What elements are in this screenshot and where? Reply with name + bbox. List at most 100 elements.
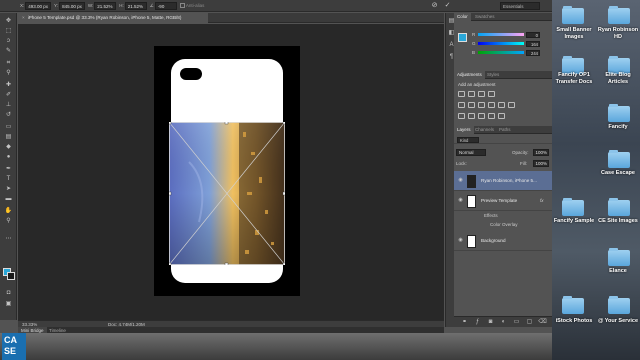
tab-swatches[interactable]: Swatches (472, 13, 498, 21)
folder-icon[interactable] (608, 150, 630, 168)
desktop-item-label[interactable]: Small Banner Images (552, 27, 596, 40)
close-tab-icon[interactable]: × (22, 15, 25, 20)
desktop-item-label[interactable]: Fancify Sample (552, 218, 596, 225)
clone-stamp-tool-icon[interactable]: ⊥ (4, 101, 13, 109)
pen-tool-icon[interactable]: ✒ (4, 165, 13, 173)
visibility-eye-icon[interactable]: ◉ (457, 237, 464, 244)
angle-field[interactable]: ∠ -90 (150, 1, 177, 10)
folder-icon[interactable] (608, 248, 630, 266)
h-input[interactable]: 21.52% (124, 1, 147, 10)
history-brush-tool-icon[interactable]: ↺ (4, 111, 13, 119)
add-mask-icon[interactable]: ◙ (486, 318, 495, 326)
green-slider[interactable]: G 164 (472, 40, 540, 47)
folder-icon[interactable] (608, 104, 630, 122)
red-track[interactable] (478, 33, 524, 36)
healing-brush-tool-icon[interactable]: ✚ (4, 81, 13, 89)
desktop-item-label[interactable]: Fancify (596, 124, 640, 131)
tab-paths[interactable]: Paths (496, 126, 514, 134)
brightness-icon[interactable] (458, 91, 465, 97)
folder-icon[interactable] (562, 198, 584, 216)
layer-name[interactable]: Background (481, 238, 537, 243)
blue-slider[interactable]: B 244 (472, 49, 540, 56)
eraser-tool-icon[interactable]: ▭ (4, 123, 13, 131)
folder-icon[interactable] (608, 198, 630, 216)
selective-color-icon[interactable] (498, 113, 505, 119)
hue-saturation-icon[interactable] (468, 102, 475, 108)
green-value[interactable]: 164 (526, 40, 540, 47)
add-style-icon[interactable]: ƒ (473, 318, 482, 326)
tab-color[interactable]: Color (454, 13, 471, 21)
blue-track[interactable] (478, 51, 524, 54)
h-field[interactable]: H: 21.52% (119, 1, 147, 10)
marquee-tool-icon[interactable]: ⬚ (4, 27, 13, 35)
document-canvas[interactable] (154, 46, 300, 296)
zoom-tool-icon[interactable]: ⚲ (4, 217, 13, 225)
more-tools-icon[interactable]: ⋯ (4, 235, 13, 243)
screen-mode-icon[interactable]: ▣ (4, 300, 13, 308)
angle-input[interactable]: -90 (154, 1, 177, 10)
green-track[interactable] (478, 42, 524, 45)
folder-icon[interactable] (562, 296, 584, 314)
visibility-eye-icon[interactable]: ◉ (457, 177, 464, 184)
tab-layers[interactable]: Layers (454, 126, 474, 134)
layer-name[interactable]: Preview Template (481, 198, 537, 203)
folder-icon[interactable] (608, 6, 630, 24)
tab-channels[interactable]: Channels (472, 126, 497, 134)
transform-image[interactable] (169, 122, 285, 265)
desktop-item-label[interactable]: Elite Blog Articles (596, 72, 640, 85)
w-input[interactable]: 21.52% (94, 1, 117, 10)
desktop-item-label[interactable]: Case Escape (596, 170, 640, 177)
layer-row[interactable]: ◉ Background (454, 231, 552, 251)
gradient-map-icon[interactable] (488, 113, 495, 119)
curves-icon[interactable] (478, 91, 485, 97)
effects-label[interactable]: Effects (484, 213, 498, 218)
eyedropper-tool-icon[interactable]: ⚲ (4, 69, 13, 77)
new-group-icon[interactable]: ▭ (512, 318, 521, 326)
background-color-swatch[interactable] (7, 272, 15, 280)
quick-mask-icon[interactable]: ◘ (4, 289, 13, 297)
hand-tool-icon[interactable]: ✋ (4, 207, 13, 215)
new-layer-icon[interactable]: ▢ (525, 318, 534, 326)
canvas-area[interactable] (18, 24, 444, 320)
blend-mode-select[interactable]: Normal (456, 149, 486, 156)
desktop-item-label[interactable]: iStock Photos (552, 318, 596, 325)
move-tool-icon[interactable]: ✥ (4, 17, 13, 25)
photo-filter-icon[interactable] (498, 102, 505, 108)
brush-tool-icon[interactable]: ✐ (4, 91, 13, 99)
blue-value[interactable]: 244 (526, 49, 540, 56)
dodge-tool-icon[interactable]: ● (4, 153, 13, 161)
y-input[interactable]: 845.00 px (59, 1, 85, 10)
link-layers-icon[interactable]: ⚭ (460, 318, 469, 326)
layer-name[interactable]: Ryan Robinson, iPhone 5... (481, 178, 537, 183)
shape-tool-icon[interactable]: ▬ (4, 195, 13, 203)
quick-select-tool-icon[interactable]: ✎ (4, 47, 13, 55)
black-white-icon[interactable] (488, 102, 495, 108)
w-field[interactable]: W: 21.52% (88, 1, 117, 10)
delete-layer-icon[interactable]: ⌫ (538, 318, 547, 326)
channel-mixer-icon[interactable] (508, 102, 515, 108)
color-swatch[interactable] (458, 33, 467, 42)
blur-tool-icon[interactable]: ◆ (4, 143, 13, 151)
layer-row[interactable]: ◉ Ryan Robinson, iPhone 5... (454, 171, 552, 191)
desktop-item-label[interactable]: @ Your Service (596, 318, 640, 325)
color-balance-icon[interactable] (478, 102, 485, 108)
cancel-transform-button[interactable]: ⊘ (430, 1, 439, 10)
folder-icon[interactable] (608, 296, 630, 314)
path-select-tool-icon[interactable]: ➤ (4, 185, 13, 193)
layer-effects-icon[interactable]: fx (540, 198, 544, 203)
desktop-item-label[interactable]: Ryan Robinson HD (596, 27, 640, 40)
y-field[interactable]: Y: 845.00 px (54, 1, 85, 10)
tab-adjustments[interactable]: Adjustments (454, 71, 485, 79)
workspace-select[interactable]: Essentials (500, 2, 540, 10)
type-tool-icon[interactable]: T (4, 175, 13, 183)
lasso-tool-icon[interactable]: ↄ (4, 37, 13, 45)
desktop-item-label[interactable]: CE Site Images (596, 218, 640, 225)
vibrance-icon[interactable] (458, 102, 465, 108)
exposure-icon[interactable] (488, 91, 495, 97)
red-slider[interactable]: R0 (472, 31, 540, 38)
invert-icon[interactable] (458, 113, 465, 119)
layer-row[interactable]: ◉ Preview Template fx (454, 191, 552, 211)
fill-input[interactable]: 100% (533, 160, 549, 167)
layer-kind-filter[interactable]: Kind (457, 137, 479, 143)
x-input[interactable]: 493.00 px (25, 1, 52, 10)
